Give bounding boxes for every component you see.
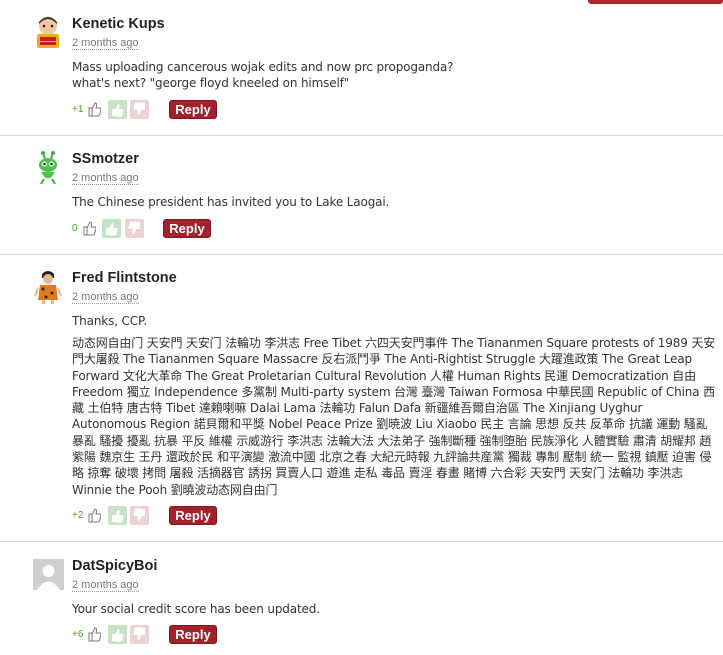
upvote-button[interactable] (108, 625, 127, 644)
downvote-button[interactable] (130, 506, 149, 525)
comment-text: Mass uploading cancerous wojak edits and… (72, 59, 720, 92)
comment-actions: +2 Reply (72, 506, 272, 526)
vote-score: +1 (72, 104, 84, 115)
reply-button[interactable]: Reply (163, 219, 211, 238)
reply-button[interactable]: Reply (169, 506, 217, 525)
thumb-icon (82, 220, 97, 236)
comment: Fred Flintstone 2 months ago Thanks, CCP… (0, 270, 723, 542)
upvote-button[interactable] (108, 100, 127, 119)
downvote-button[interactable] (130, 625, 149, 644)
cartoon-avatar-icon[interactable] (34, 16, 62, 50)
comment-actions: 0 Reply (72, 219, 272, 239)
vote-score: +6 (72, 629, 84, 640)
comment-author[interactable]: Kenetic Kups (72, 16, 165, 32)
vote-score: +2 (72, 510, 84, 521)
thumb-icon (87, 507, 102, 523)
comment-actions: +6 Reply (72, 625, 272, 645)
reply-button[interactable]: Reply (169, 100, 217, 119)
comment-text-long: 动态网自由门 天安門 天安门 法輪功 李洪志 Free Tibet 六四天安門事… (72, 336, 716, 497)
upvote-button[interactable] (102, 219, 121, 238)
comment-timestamp[interactable]: 2 months ago (72, 37, 139, 50)
comment-actions: +1 Reply (72, 100, 272, 120)
comment-timestamp[interactable]: 2 months ago (72, 291, 139, 304)
caveman-avatar-icon[interactable] (34, 270, 62, 304)
comment: Kenetic Kups 2 months ago Mass uploading… (0, 16, 723, 136)
comment-author[interactable]: DatSpicyBoi (72, 558, 157, 574)
comment: SSmotzer 2 months ago The Chinese presid… (0, 151, 723, 255)
comment-line: Mass uploading cancerous wojak edits and… (72, 60, 454, 74)
green-alien-avatar-icon[interactable] (34, 151, 62, 185)
downvote-button[interactable] (125, 219, 144, 238)
vote-score: 0 (72, 223, 78, 234)
top-red-bar (588, 0, 723, 4)
comment: DatSpicyBoi 2 months ago Your social cre… (0, 558, 723, 655)
downvote-button[interactable] (130, 100, 149, 119)
comment-timestamp[interactable]: 2 months ago (72, 579, 139, 592)
comment-text: The Chinese president has invited you to… (72, 195, 390, 209)
thumb-icon (87, 101, 102, 117)
reply-button[interactable]: Reply (169, 625, 217, 644)
comment-text: Your social credit score has been update… (72, 602, 320, 616)
comment-text: Thanks, CCP. (72, 314, 147, 328)
thumb-icon (87, 626, 102, 642)
comment-author[interactable]: Fred Flintstone (72, 270, 177, 286)
default-user-avatar-icon[interactable] (33, 559, 64, 590)
comment-line: what's next? "george floyd kneeled on hi… (72, 76, 350, 91)
upvote-button[interactable] (108, 506, 127, 525)
comment-timestamp[interactable]: 2 months ago (72, 172, 139, 185)
comment-author[interactable]: SSmotzer (72, 151, 139, 167)
